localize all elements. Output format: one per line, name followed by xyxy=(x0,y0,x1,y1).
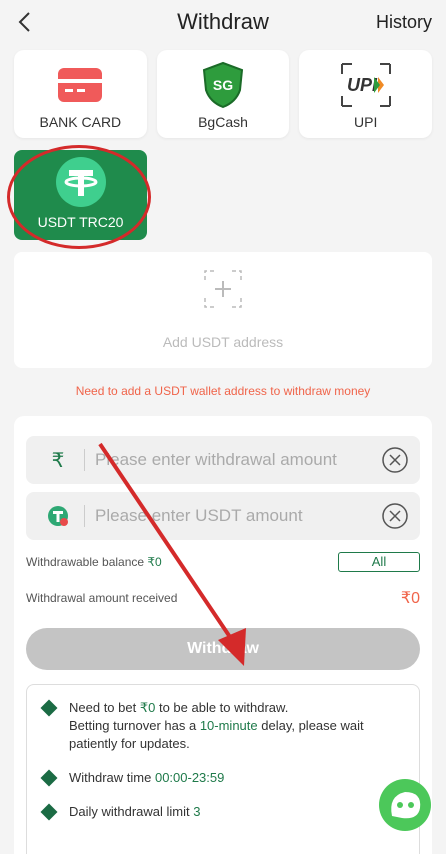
amount-input[interactable] xyxy=(95,450,382,470)
field-divider xyxy=(84,449,85,471)
bank-card-icon xyxy=(57,60,103,110)
rule-item: Need to bet ₹0 to be able to withdraw. Be… xyxy=(39,699,407,753)
add-plus-icon xyxy=(204,270,242,308)
received-row: Withdrawal amount received ₹0 xyxy=(26,588,420,608)
field-divider xyxy=(84,505,85,527)
method-label: UPI xyxy=(354,114,378,130)
history-link[interactable]: History xyxy=(376,12,432,33)
clear-icon[interactable] xyxy=(382,447,408,473)
bgcash-icon: SG xyxy=(198,60,248,110)
usdt-amount-input[interactable] xyxy=(95,506,382,526)
diamond-bullet-icon xyxy=(40,769,58,787)
page-title: Withdraw xyxy=(177,9,269,34)
method-usdt-trc20[interactable]: USDT TRC20 xyxy=(14,150,147,240)
rupee-icon: ₹ xyxy=(51,449,65,472)
usdt-row: USDT TRC20 xyxy=(0,138,446,240)
method-bank-card[interactable]: BANK CARD xyxy=(14,50,147,138)
withdraw-button[interactable]: Withdraw xyxy=(26,628,420,670)
upi-icon: UPI xyxy=(338,60,394,110)
balance-label: Withdrawable balance ₹0 xyxy=(26,555,162,569)
add-usdt-address[interactable]: Add USDT address xyxy=(14,252,432,368)
method-label: BANK CARD xyxy=(39,114,122,130)
method-upi[interactable]: UPI UPI xyxy=(299,50,433,138)
withdraw-methods: BANK CARD SG BgCash UPI UPI xyxy=(0,44,446,138)
svg-text:UPI: UPI xyxy=(347,75,378,95)
chat-support-icon[interactable] xyxy=(378,778,432,832)
amount-field: ₹ xyxy=(26,436,420,484)
header: Withdraw History xyxy=(0,0,446,44)
withdraw-rules: Need to bet ₹0 to be able to withdraw. Be… xyxy=(26,684,420,854)
tether-icon xyxy=(55,157,106,207)
withdraw-form: ₹ Withdrawable balance ₹0 All Withdrawal… xyxy=(14,416,432,854)
diamond-bullet-icon xyxy=(40,699,58,717)
address-warning: Need to add a USDT wallet address to wit… xyxy=(75,384,371,398)
balance-row: Withdrawable balance ₹0 All xyxy=(26,552,420,572)
received-amount: ₹0 xyxy=(400,590,420,607)
received-label: Withdrawal amount received xyxy=(26,591,178,605)
all-button[interactable]: All xyxy=(338,552,420,572)
add-address-label: Add USDT address xyxy=(162,334,284,350)
method-bgcash[interactable]: SG BgCash xyxy=(156,50,290,138)
clear-icon[interactable] xyxy=(382,503,408,529)
usdt-label: USDT TRC20 xyxy=(37,214,124,230)
rule-item: Daily withdrawal limit 3 xyxy=(39,803,407,821)
back-arrow-icon[interactable] xyxy=(14,10,38,34)
tether-icon xyxy=(38,505,78,527)
method-label: BgCash xyxy=(198,114,248,130)
rule-item: Withdraw time 00:00-23:59 xyxy=(39,769,407,787)
diamond-bullet-icon xyxy=(40,803,58,821)
svg-text:SG: SG xyxy=(213,77,233,93)
balance-value: ₹0 xyxy=(147,555,162,569)
usdt-field xyxy=(26,492,420,540)
